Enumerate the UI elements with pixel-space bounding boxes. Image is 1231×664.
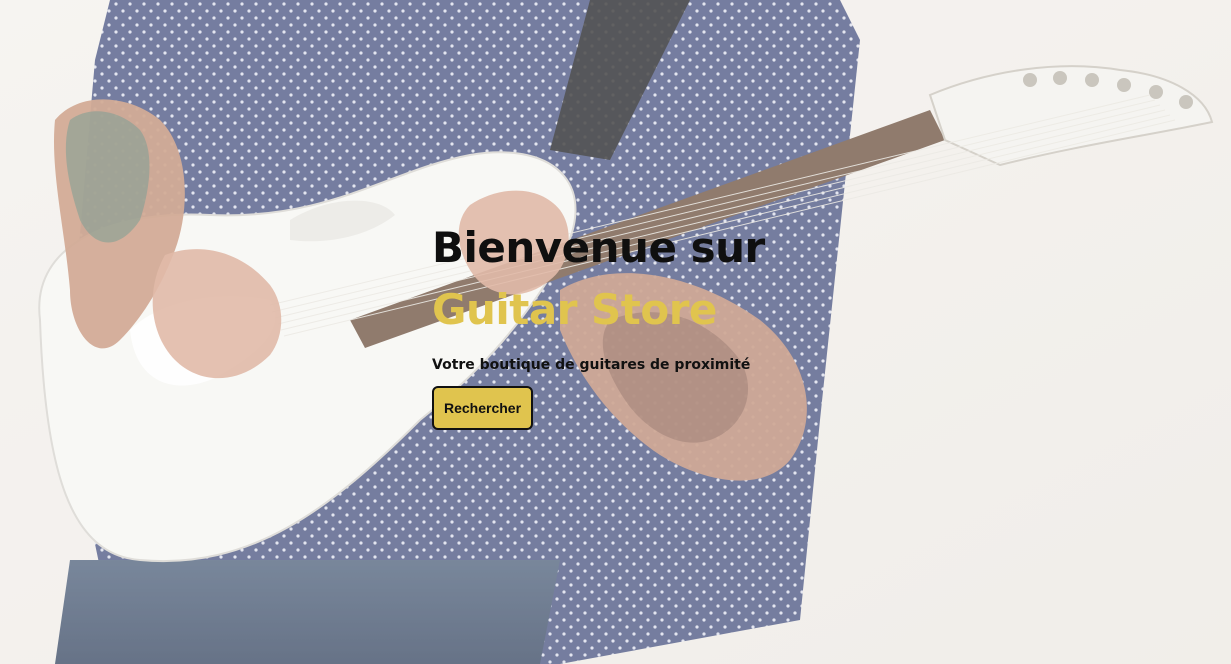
hero-brand-name: Guitar Store — [432, 285, 717, 334]
hero-content: Bienvenue sur Guitar Store Votre boutiqu… — [432, 224, 852, 430]
hero-title: Bienvenue sur — [432, 223, 765, 272]
search-button[interactable]: Rechercher — [432, 386, 534, 430]
hero-section: Bienvenue sur Guitar Store Votre boutiqu… — [0, 0, 1231, 664]
hero-subtitle: Votre boutique de guitares de proximité — [432, 357, 751, 373]
